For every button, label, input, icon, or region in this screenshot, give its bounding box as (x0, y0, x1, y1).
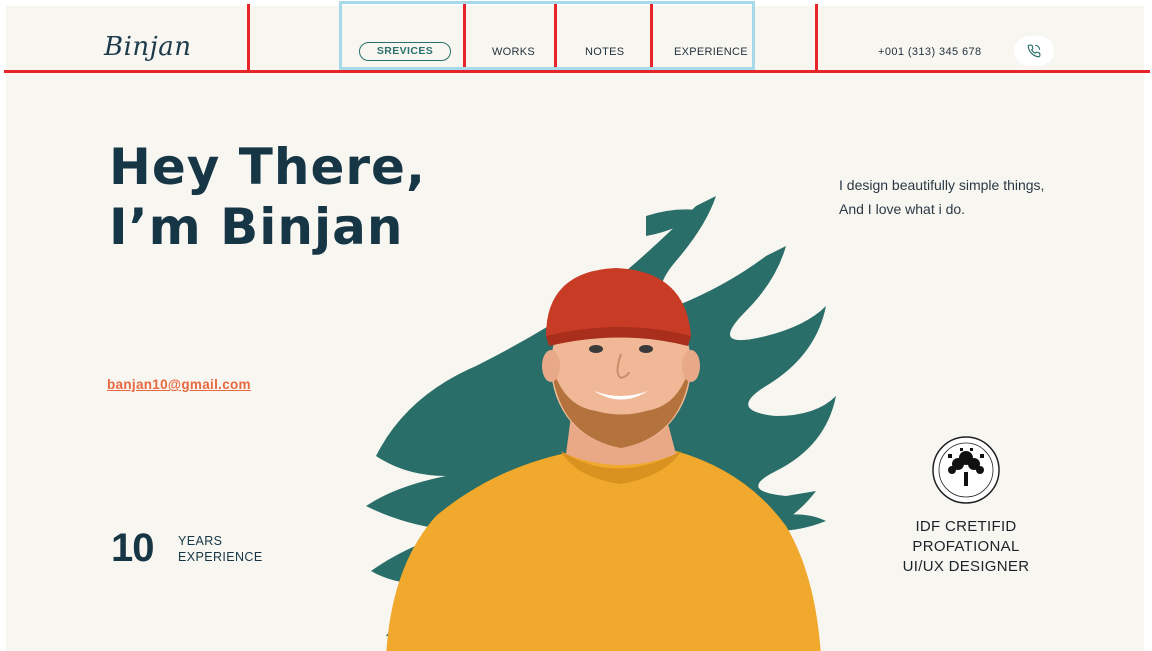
annotation-baseline (4, 70, 1150, 73)
phone-number: +001 (313) 345 678 (878, 46, 982, 58)
years-label-line1: YEARS (178, 534, 223, 548)
years-label: YEARS EXPERIENCE (178, 533, 263, 565)
page: Binjan SREVICES WORKS NOTES EXPERIENCE +… (6, 6, 1144, 651)
beanie (546, 268, 691, 336)
certification-badge (932, 436, 1000, 504)
cert-line2: PROFATIONAL (912, 538, 1020, 555)
hero-portrait (366, 196, 836, 651)
annotation-divider (815, 4, 818, 72)
phone-icon (1027, 44, 1041, 58)
annotation-nav-box (339, 1, 755, 70)
tagline: I design beautifully simple things, And … (839, 177, 1045, 217)
years-label-line2: EXPERIENCE (178, 550, 263, 564)
cert-line1: IDF CRETIFID (915, 518, 1017, 535)
certification-text: IDF CRETIFID PROFATIONAL UI/UX DESIGNER (876, 517, 1056, 577)
years-number: 10 (111, 526, 154, 570)
call-button[interactable] (1014, 36, 1054, 66)
email-link[interactable]: banjan10@gmail.com (107, 377, 251, 392)
badge-outer-ring (932, 436, 1000, 504)
annotation-divider (247, 4, 250, 72)
logo[interactable]: Binjan (104, 32, 191, 62)
cert-line3: UI/UX DESIGNER (902, 558, 1030, 575)
